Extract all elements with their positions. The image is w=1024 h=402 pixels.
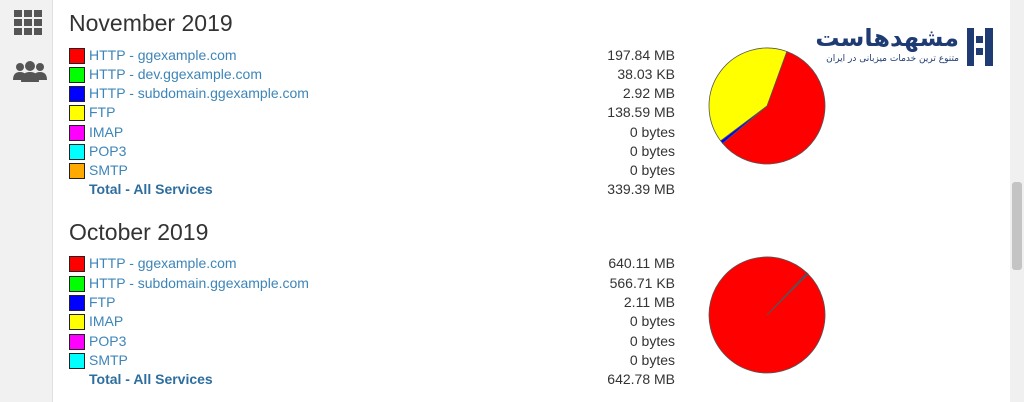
service-value: 138.59 MB xyxy=(607,104,675,120)
service-name[interactable]: SMTP xyxy=(89,162,128,178)
legend-swatch-orange xyxy=(69,163,85,179)
service-row: IMAP 0 bytes xyxy=(69,313,675,332)
service-row: HTTP - subdomain.ggexample.com 2.92 MB xyxy=(69,85,675,104)
service-value: 2.11 MB xyxy=(623,294,675,310)
service-name[interactable]: POP3 xyxy=(89,143,126,159)
service-value: 38.03 KB xyxy=(617,66,675,82)
service-name[interactable]: POP3 xyxy=(89,333,126,349)
logo-mark-icon xyxy=(967,28,993,66)
service-name[interactable]: FTP xyxy=(89,294,115,310)
service-row: FTP 138.59 MB xyxy=(69,104,675,123)
legend-swatch-yellow xyxy=(69,105,85,121)
service-name[interactable]: HTTP - subdomain.ggexample.com xyxy=(89,275,309,291)
logo-text: مشهدهاست xyxy=(815,24,959,52)
service-name[interactable]: IMAP xyxy=(89,124,123,140)
service-name[interactable]: SMTP xyxy=(89,352,128,368)
logo-tagline: متنوع ترین خدمات میزبانی در ایران xyxy=(826,54,959,64)
users-icon[interactable] xyxy=(12,58,47,86)
legend-swatch-magenta xyxy=(69,125,85,141)
legend-swatch-magenta xyxy=(69,334,85,350)
service-value: 0 bytes xyxy=(629,124,675,140)
total-row: Total - All Services 339.39 MB xyxy=(69,181,675,200)
legend-swatch-blue xyxy=(69,86,85,102)
legend-swatch-blue xyxy=(69,295,85,311)
service-row: SMTP 0 bytes xyxy=(69,352,675,371)
service-name[interactable]: HTTP - subdomain.ggexample.com xyxy=(89,85,309,101)
month-title-november: November 2019 xyxy=(69,10,233,36)
service-value: 0 bytes xyxy=(629,352,675,368)
scrollbar-thumb[interactable] xyxy=(1012,182,1022,270)
legend-swatch-cyan xyxy=(69,353,85,369)
legend-swatch-green xyxy=(69,67,85,83)
total-row: Total - All Services 642.78 MB xyxy=(69,371,675,390)
service-value: 0 bytes xyxy=(629,162,675,178)
service-row: HTTP - dev.ggexample.com 38.03 KB xyxy=(69,66,675,85)
service-row: HTTP - ggexample.com 640.11 MB xyxy=(69,255,675,274)
service-row: SMTP 0 bytes xyxy=(69,162,675,181)
service-value: 2.92 MB xyxy=(622,85,675,101)
grid-icon[interactable] xyxy=(12,8,44,36)
service-name[interactable]: FTP xyxy=(89,104,115,120)
service-value: 197.84 MB xyxy=(607,47,675,63)
service-value: 566.71 KB xyxy=(609,275,675,291)
service-row: HTTP - ggexample.com 197.84 MB xyxy=(69,47,675,66)
legend-swatch-cyan xyxy=(69,144,85,160)
brand-logo: مشهدهاست متنوع ترین خدمات میزبانی در ایر… xyxy=(815,24,993,72)
total-label[interactable]: Total - All Services xyxy=(89,371,213,387)
service-row: POP3 0 bytes xyxy=(69,333,675,352)
month-title-october: October 2019 xyxy=(69,219,209,245)
service-row: HTTP - subdomain.ggexample.com 566.71 KB xyxy=(69,275,675,294)
legend-swatch-yellow xyxy=(69,314,85,330)
pie-chart-october xyxy=(708,256,826,374)
scrollbar[interactable] xyxy=(1010,0,1024,402)
service-name[interactable]: IMAP xyxy=(89,313,123,329)
sidebar xyxy=(0,0,53,402)
pie-chart-november xyxy=(708,47,826,165)
total-value: 642.78 MB xyxy=(607,371,675,387)
total-label[interactable]: Total - All Services xyxy=(89,181,213,197)
service-row: POP3 0 bytes xyxy=(69,143,675,162)
service-name[interactable]: HTTP - dev.ggexample.com xyxy=(89,66,262,82)
bandwidth-panel: November 2019 HTTP - ggexample.com 197.8… xyxy=(52,0,1011,402)
service-value: 0 bytes xyxy=(629,313,675,329)
service-value: 0 bytes xyxy=(629,333,675,349)
legend-swatch-red xyxy=(69,256,85,272)
legend-swatch-green xyxy=(69,276,85,292)
legend-swatch-red xyxy=(69,48,85,64)
total-value: 339.39 MB xyxy=(607,181,675,197)
service-value: 0 bytes xyxy=(629,143,675,159)
service-name[interactable]: HTTP - ggexample.com xyxy=(89,47,237,63)
service-name[interactable]: HTTP - ggexample.com xyxy=(89,255,237,271)
service-row: FTP 2.11 MB xyxy=(69,294,675,313)
service-value: 640.11 MB xyxy=(608,255,675,271)
service-row: IMAP 0 bytes xyxy=(69,124,675,143)
